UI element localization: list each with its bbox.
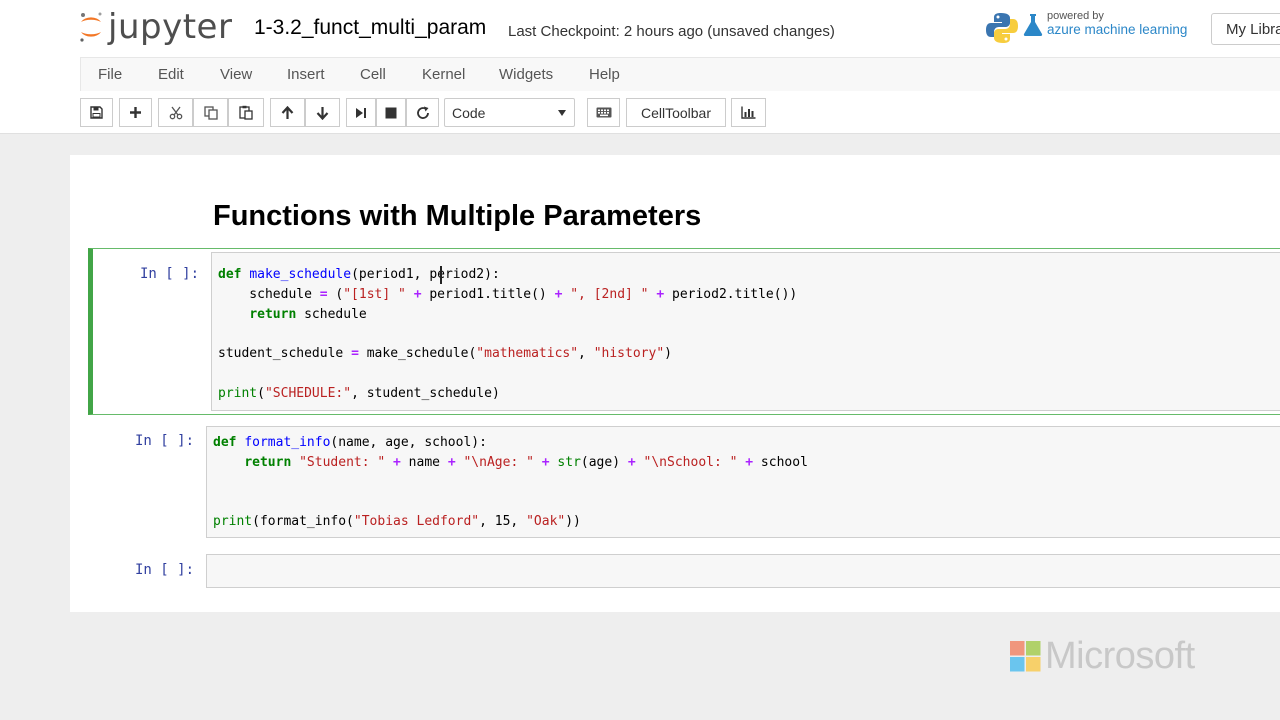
- save-button[interactable]: [80, 98, 113, 127]
- run-cell-button[interactable]: [346, 98, 376, 127]
- code-line: print("SCHEDULE:", student_schedule): [218, 385, 500, 401]
- python-logo-icon: [986, 13, 1018, 43]
- cut-button[interactable]: [158, 98, 193, 127]
- code-cell-selected[interactable]: In [ ]: def make_schedule(period1, perio…: [88, 248, 1280, 415]
- menu-cell[interactable]: Cell: [360, 66, 386, 83]
- notebook-name[interactable]: 1-3.2_funct_multi_param: [254, 16, 486, 40]
- step-forward-icon: [356, 107, 366, 118]
- menu-kernel[interactable]: Kernel: [422, 66, 465, 83]
- arrow-up-icon: [281, 105, 294, 119]
- jupyter-logo-icon: [80, 12, 102, 42]
- code-content: def format_info(name, age, school): retu…: [213, 433, 808, 532]
- flask-icon: [1023, 14, 1043, 36]
- powered-by-label: powered by: [1047, 10, 1104, 22]
- jupyter-logo[interactable]: jupyter: [78, 6, 232, 48]
- microsoft-watermark: Microsoft: [1010, 635, 1195, 678]
- text-cursor: [440, 266, 442, 284]
- cell-type-select[interactable]: Code: [444, 98, 575, 127]
- menu-widgets[interactable]: Widgets: [499, 66, 553, 83]
- azure-ml-branding: powered by azure machine learning: [985, 8, 1200, 48]
- paste-icon: [239, 105, 253, 120]
- code-cell-empty[interactable]: In [ ]:: [88, 551, 1280, 591]
- jupyter-logo-text: jupyter: [108, 7, 233, 47]
- stop-icon: [385, 107, 397, 118]
- cell-type-value: Code: [452, 105, 486, 121]
- move-cell-down-button[interactable]: [305, 98, 340, 127]
- scissors-icon: [169, 106, 182, 119]
- celltoolbar-button[interactable]: CellToolbar: [626, 98, 726, 127]
- chevron-down-icon: [558, 110, 566, 116]
- checkpoint-status: Last Checkpoint: 2 hours ago (unsaved ch…: [508, 23, 835, 40]
- plus-icon: [130, 107, 141, 118]
- my-library-button[interactable]: My Libra: [1211, 13, 1280, 45]
- code-cell[interactable]: In [ ]: def format_info(name, age, schoo…: [88, 421, 1280, 543]
- microsoft-watermark-text: Microsoft: [1045, 635, 1195, 677]
- refresh-icon: [416, 106, 429, 119]
- menu-insert[interactable]: Insert: [287, 66, 325, 83]
- menubar-container: File Edit View Insert Cell Kernel Widget…: [80, 57, 1280, 92]
- interrupt-kernel-button[interactable]: [376, 98, 406, 127]
- cell-prompt: In [ ]:: [140, 266, 200, 282]
- code-line: def make_schedule(period1, period2):: [218, 267, 500, 282]
- code-editor[interactable]: def format_info(name, age, school): retu…: [206, 426, 1280, 538]
- menu-file[interactable]: File: [98, 66, 122, 83]
- code-line: return schedule: [249, 306, 367, 322]
- markdown-heading[interactable]: Functions with Multiple Parameters: [213, 200, 701, 233]
- notebook-header: jupyter 1-3.2_funct_multi_param Last Che…: [0, 0, 1280, 57]
- restart-kernel-button[interactable]: [406, 98, 439, 127]
- microsoft-logo-icon: [1010, 641, 1041, 672]
- code-line: def format_info(name, age, school):: [213, 435, 487, 450]
- command-palette-button[interactable]: [587, 98, 620, 127]
- menu-edit[interactable]: Edit: [158, 66, 184, 83]
- arrow-down-icon: [316, 106, 329, 120]
- move-cell-up-button[interactable]: [270, 98, 305, 127]
- save-icon: [90, 106, 103, 119]
- code-content: def make_schedule(period1, period2): sch…: [218, 265, 797, 404]
- keyboard-icon: [596, 107, 611, 118]
- bar-chart-icon: [741, 106, 756, 119]
- code-line: print(format_info("Tobias Ledford", 15, …: [213, 514, 581, 530]
- insert-cell-button[interactable]: [119, 98, 152, 127]
- azure-ml-label[interactable]: azure machine learning: [1047, 22, 1187, 37]
- paste-button[interactable]: [228, 98, 264, 127]
- copy-button[interactable]: [193, 98, 228, 127]
- chart-button[interactable]: [731, 98, 766, 127]
- code-line: schedule = ("[1st] " + period1.title() +…: [218, 286, 798, 302]
- code-editor[interactable]: [206, 554, 1280, 588]
- cell-prompt: In [ ]:: [135, 562, 195, 578]
- cell-prompt: In [ ]:: [135, 433, 195, 449]
- code-editor[interactable]: def make_schedule(period1, period2): sch…: [211, 252, 1280, 411]
- code-line: return "Student: " + name + "\nAge: " + …: [244, 454, 808, 470]
- menubar: File Edit View Insert Cell Kernel Widget…: [0, 57, 1280, 92]
- menu-help[interactable]: Help: [589, 66, 620, 83]
- toolbar: Code CellToolbar: [0, 91, 1280, 134]
- copy-icon: [203, 105, 218, 120]
- code-line: student_schedule = make_schedule("mathem…: [218, 346, 672, 362]
- menu-view[interactable]: View: [220, 66, 252, 83]
